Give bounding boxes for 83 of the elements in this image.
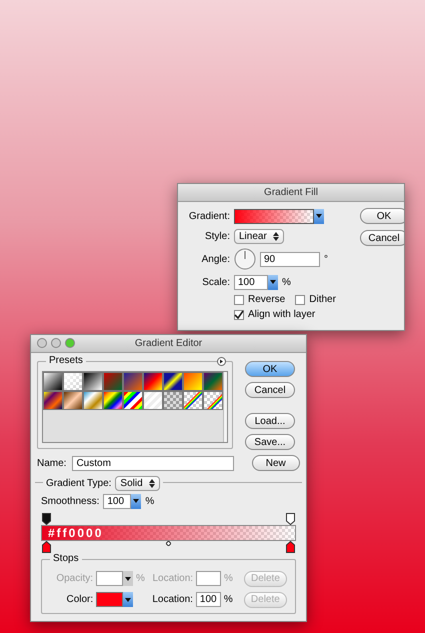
angle-field[interactable]: 90: [260, 252, 320, 266]
preset-swatch[interactable]: [183, 391, 203, 410]
gradient-label: Gradient:: [188, 210, 230, 222]
name-label: Name:: [37, 458, 66, 468]
percent-unit: %: [224, 573, 233, 584]
window-title: Gradient Editor: [134, 338, 202, 349]
checkbox[interactable]: [234, 294, 244, 304]
dialog-button[interactable]: Cancel: [245, 382, 295, 398]
gradient-type-label: Gradient Type:: [46, 478, 112, 488]
preset-swatch[interactable]: [63, 391, 83, 410]
scale-label: Scale:: [201, 276, 230, 288]
location-field[interactable]: 100: [196, 592, 221, 607]
dialog-button[interactable]: Save...: [245, 434, 295, 450]
checkbox-label: Align with layer: [248, 309, 316, 320]
smoothness-field[interactable]: 100: [103, 494, 132, 508]
color-swatch[interactable]: [96, 592, 124, 607]
close-icon[interactable]: [37, 338, 47, 348]
preset-swatch[interactable]: [63, 372, 83, 391]
dialog-button[interactable]: Load...: [245, 413, 295, 429]
location-label: Location:: [152, 573, 194, 584]
gradient-stop-icon[interactable]: [42, 513, 51, 525]
degree-unit: °: [324, 254, 328, 264]
checkbox-label: Reverse: [248, 294, 286, 305]
scrollbar[interactable]: [223, 372, 227, 442]
color-hex-text: #ff0000: [48, 526, 104, 540]
angle-dial-icon[interactable]: [234, 248, 256, 270]
caret-icon: [270, 280, 276, 284]
name-field[interactable]: Custom: [72, 456, 234, 470]
gradient-bar[interactable]: #ff0000: [41, 525, 296, 541]
updown-icon: [148, 478, 155, 488]
angle-label: Angle:: [200, 254, 230, 264]
new-button[interactable]: New: [252, 455, 300, 471]
checkbox[interactable]: [295, 294, 306, 304]
caret-icon: [125, 598, 132, 602]
preset-swatch[interactable]: [183, 372, 203, 391]
gradient-stop-icon[interactable]: [286, 513, 295, 525]
location-label: Location:: [152, 594, 193, 605]
style-dropdown[interactable]: Linear: [234, 228, 284, 244]
menu-arrow-icon[interactable]: [217, 357, 226, 366]
preset-swatch[interactable]: [83, 391, 103, 410]
preset-swatch[interactable]: [43, 372, 63, 391]
gradient-stop-icon[interactable]: [286, 541, 295, 553]
checkbox-label: Dither: [309, 294, 336, 305]
gradient-type-dropdown[interactable]: Solid: [115, 476, 160, 490]
style-label: Style:: [204, 230, 230, 242]
percent-unit: %: [224, 594, 233, 605]
presets-label: Presets: [46, 355, 86, 366]
checkbox[interactable]: [234, 310, 244, 320]
preset-swatch[interactable]: [143, 372, 163, 391]
scale-field[interactable]: 100: [234, 274, 268, 290]
opacity-label: Opacity:: [55, 573, 94, 584]
percent-unit: %: [282, 276, 291, 288]
preset-swatch[interactable]: [83, 372, 103, 391]
caret-icon: [133, 499, 140, 503]
percent-unit: %: [145, 496, 154, 506]
preset-swatch[interactable]: [103, 372, 123, 391]
stops-label: Stops: [50, 553, 82, 564]
preset-swatch[interactable]: [143, 391, 163, 410]
location-field[interactable]: [196, 571, 221, 586]
window-title: Gradient Fill: [264, 187, 318, 198]
caret-icon: [125, 576, 132, 580]
dialog-button[interactable]: OK: [245, 361, 295, 377]
preset-swatch[interactable]: [163, 391, 183, 410]
preset-swatch[interactable]: [163, 372, 183, 391]
gradient-preview[interactable]: [234, 208, 314, 224]
smoothness-label: Smoothness:: [41, 496, 100, 506]
zoom-icon[interactable]: [65, 338, 75, 348]
preset-swatch[interactable]: [43, 391, 63, 410]
preset-swatch[interactable]: [103, 391, 123, 410]
caret-icon: [316, 214, 322, 218]
preset-swatch[interactable]: [123, 391, 143, 410]
color-label: Color:: [65, 594, 94, 605]
dialog-button[interactable]: OK: [360, 208, 404, 224]
preset-swatch[interactable]: [123, 372, 143, 391]
dialog-button[interactable]: Cancel: [360, 230, 404, 246]
minimize-icon[interactable]: [51, 338, 61, 348]
updown-icon: [272, 232, 279, 240]
preset-swatch[interactable]: [203, 391, 223, 410]
gradient-stop-icon[interactable]: [42, 541, 51, 553]
opacity-field[interactable]: [96, 571, 124, 586]
checkmark-icon: [234, 310, 244, 320]
percent-unit: %: [136, 573, 145, 584]
preset-swatch[interactable]: [203, 372, 223, 391]
